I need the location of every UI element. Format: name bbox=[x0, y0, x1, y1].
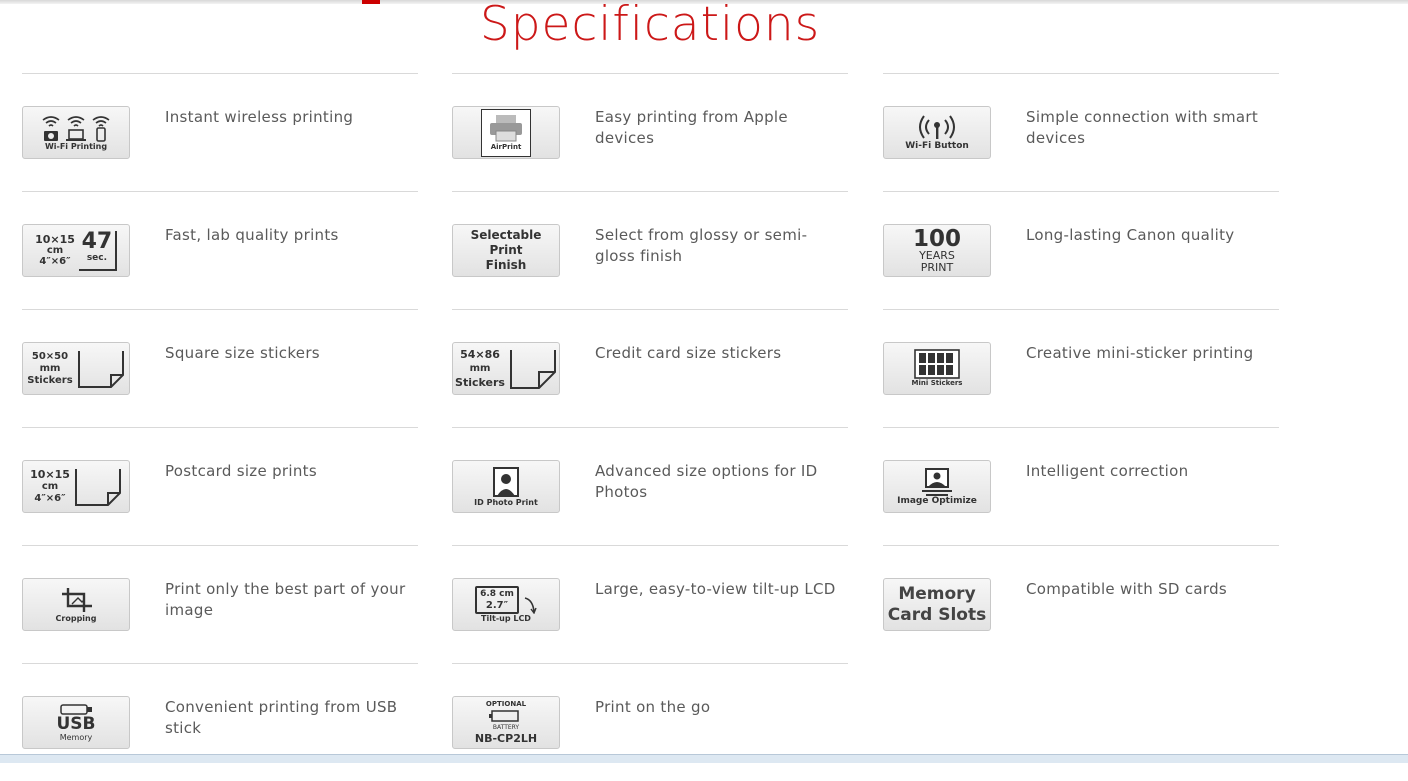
icon-caption: AirPrint bbox=[490, 143, 522, 151]
icon-caption: 2.7″ bbox=[485, 600, 509, 611]
image-optimize-icon: Image Optimize bbox=[883, 460, 991, 513]
page-title: Specifications bbox=[479, 0, 821, 52]
spec-item: 50×50 mm Stickers Square size stickers bbox=[22, 309, 418, 427]
spec-item: ID Photo Print Advanced size options for… bbox=[452, 427, 848, 545]
spec-text: Compatible with SD cards bbox=[1026, 580, 1228, 598]
icon-caption: Stickers bbox=[27, 374, 73, 386]
icon-caption: Cropping bbox=[55, 614, 97, 623]
icon-caption: cm bbox=[41, 480, 59, 492]
spec-item: Image Optimize Intelligent correction bbox=[883, 427, 1279, 545]
spec-text: Convenient printing from USB stick bbox=[165, 698, 398, 737]
id-photo-icon: ID Photo Print bbox=[452, 460, 560, 513]
spec-item: 54×86 mm Stickers Credit card size stick… bbox=[452, 309, 848, 427]
battery-icon: OPTIONAL BATTERY NB-CP2LH bbox=[452, 696, 560, 749]
icon-caption: Selectable bbox=[470, 228, 542, 242]
spec-item: Cropping Print only the best part of you… bbox=[22, 545, 418, 663]
airprint-icon: AirPrint bbox=[452, 106, 560, 159]
spec-item: Selectable Print Finish Select from glos… bbox=[452, 191, 848, 309]
icon-caption: Memory bbox=[898, 583, 976, 604]
spec-item: Wi-Fi Button Simple connection with smar… bbox=[883, 73, 1279, 191]
icon-caption: 50×50 bbox=[31, 350, 69, 362]
icon-caption: 54×86 bbox=[460, 347, 500, 361]
spec-text: Large, easy-to-view tilt-up LCD bbox=[595, 580, 836, 598]
icon-caption: YEARS bbox=[919, 248, 955, 262]
icon-caption: Memory bbox=[59, 733, 93, 742]
postcard-icon: 10×15 cm 4″×6″ bbox=[22, 460, 130, 513]
spec-text: Credit card size stickers bbox=[595, 344, 782, 362]
spec-column-2: AirPrint Easy printing from Apple device… bbox=[452, 73, 848, 781]
icon-caption: OPTIONAL bbox=[485, 700, 527, 708]
wifi-printing-icon: Wi-Fi Printing bbox=[22, 106, 130, 159]
icon-caption: USB bbox=[56, 714, 96, 734]
icon-caption: Finish bbox=[485, 258, 527, 272]
mini-stickers-icon: Mini Stickers bbox=[883, 342, 991, 395]
icon-caption: Image Optimize bbox=[897, 496, 977, 506]
icon-caption: mm bbox=[39, 362, 61, 374]
icon-caption: mm bbox=[469, 362, 491, 374]
wifi-button-icon: Wi-Fi Button bbox=[883, 106, 991, 159]
spec-column-1: Wi-Fi Printing Instant wireless printing… bbox=[22, 73, 418, 781]
spec-text: Long-lasting Canon quality bbox=[1026, 226, 1235, 244]
spec-item: USB Memory Convenient printing from USB … bbox=[22, 663, 418, 781]
icon-caption: Mini Stickers bbox=[911, 379, 963, 387]
usb-memory-icon: USB Memory bbox=[22, 696, 130, 749]
icon-caption: ID Photo Print bbox=[474, 498, 538, 507]
spec-item: OPTIONAL BATTERY NB-CP2LH Print on the g… bbox=[452, 663, 848, 781]
icon-caption: sec. bbox=[86, 252, 108, 263]
spec-item: 100 YEARS PRINT Long-lasting Canon quali… bbox=[883, 191, 1279, 309]
icon-caption: Tilt-up LCD bbox=[481, 614, 531, 623]
icon-caption: 10×15 bbox=[35, 233, 75, 246]
icon-caption: 4″×6″ bbox=[34, 492, 66, 504]
icon-caption: Stickers bbox=[455, 375, 505, 389]
spec-column-3: Wi-Fi Button Simple connection with smar… bbox=[883, 73, 1279, 663]
icon-caption: 47 bbox=[81, 228, 113, 254]
cropping-icon: Cropping bbox=[22, 578, 130, 631]
100-years-icon: 100 YEARS PRINT bbox=[883, 224, 991, 277]
icon-caption: 10×15 bbox=[30, 467, 70, 481]
icon-caption: PRINT bbox=[920, 260, 954, 274]
icon-caption: 4″×6″ bbox=[39, 256, 71, 267]
square-sticker-icon: 50×50 mm Stickers bbox=[22, 342, 130, 395]
spec-item: Wi-Fi Printing Instant wireless printing bbox=[22, 73, 418, 191]
print-speed-icon: 10×15 cm 4″×6″ 47 sec. bbox=[22, 224, 130, 277]
spec-text: Easy printing from Apple devices bbox=[595, 108, 788, 147]
spec-text: Fast, lab quality prints bbox=[165, 226, 339, 244]
memory-card-icon: Memory Card Slots bbox=[883, 578, 991, 631]
icon-caption: 100 bbox=[912, 225, 961, 252]
spec-item: Mini Stickers Creative mini-sticker prin… bbox=[883, 309, 1279, 427]
spec-text: Simple connection with smart devices bbox=[1026, 108, 1259, 147]
icon-caption: NB-CP2LH bbox=[474, 732, 538, 745]
spec-text: Intelligent correction bbox=[1026, 462, 1189, 480]
spec-item: 10×15 cm 4″×6″ Postcard size prints bbox=[22, 427, 418, 545]
bottom-bar bbox=[0, 754, 1408, 763]
credit-card-sticker-icon: 54×86 mm Stickers bbox=[452, 342, 560, 395]
spec-text: Square size stickers bbox=[165, 344, 320, 362]
icon-caption: Print bbox=[489, 243, 523, 257]
spec-text: Select from glossy or semi-gloss finish bbox=[595, 226, 808, 265]
spec-text: Creative mini-sticker printing bbox=[1026, 344, 1254, 362]
print-finish-icon: Selectable Print Finish bbox=[452, 224, 560, 277]
spec-text: Postcard size prints bbox=[165, 462, 317, 480]
spec-text: Print only the best part of your image bbox=[165, 580, 406, 619]
spec-text: Print on the go bbox=[595, 698, 711, 716]
icon-caption: 6.8 cm bbox=[480, 589, 514, 599]
icon-caption: BATTERY bbox=[492, 724, 520, 731]
spec-item: 6.8 cm 2.7″ Tilt-up LCD Large, easy-to-v… bbox=[452, 545, 848, 663]
icon-caption: Wi-Fi Button bbox=[905, 141, 969, 151]
spec-item: AirPrint Easy printing from Apple device… bbox=[452, 73, 848, 191]
icon-caption: Wi-Fi Printing bbox=[44, 142, 108, 151]
icon-caption: Card Slots bbox=[887, 604, 987, 625]
spec-text: Advanced size options for ID Photos bbox=[595, 462, 818, 501]
spec-item: Memory Card Slots Compatible with SD car… bbox=[883, 545, 1279, 663]
tilt-lcd-icon: 6.8 cm 2.7″ Tilt-up LCD bbox=[452, 578, 560, 631]
spec-text: Instant wireless printing bbox=[165, 108, 354, 126]
icon-caption: cm bbox=[46, 245, 64, 256]
spec-item: 10×15 cm 4″×6″ 47 sec. Fast, lab quality… bbox=[22, 191, 418, 309]
